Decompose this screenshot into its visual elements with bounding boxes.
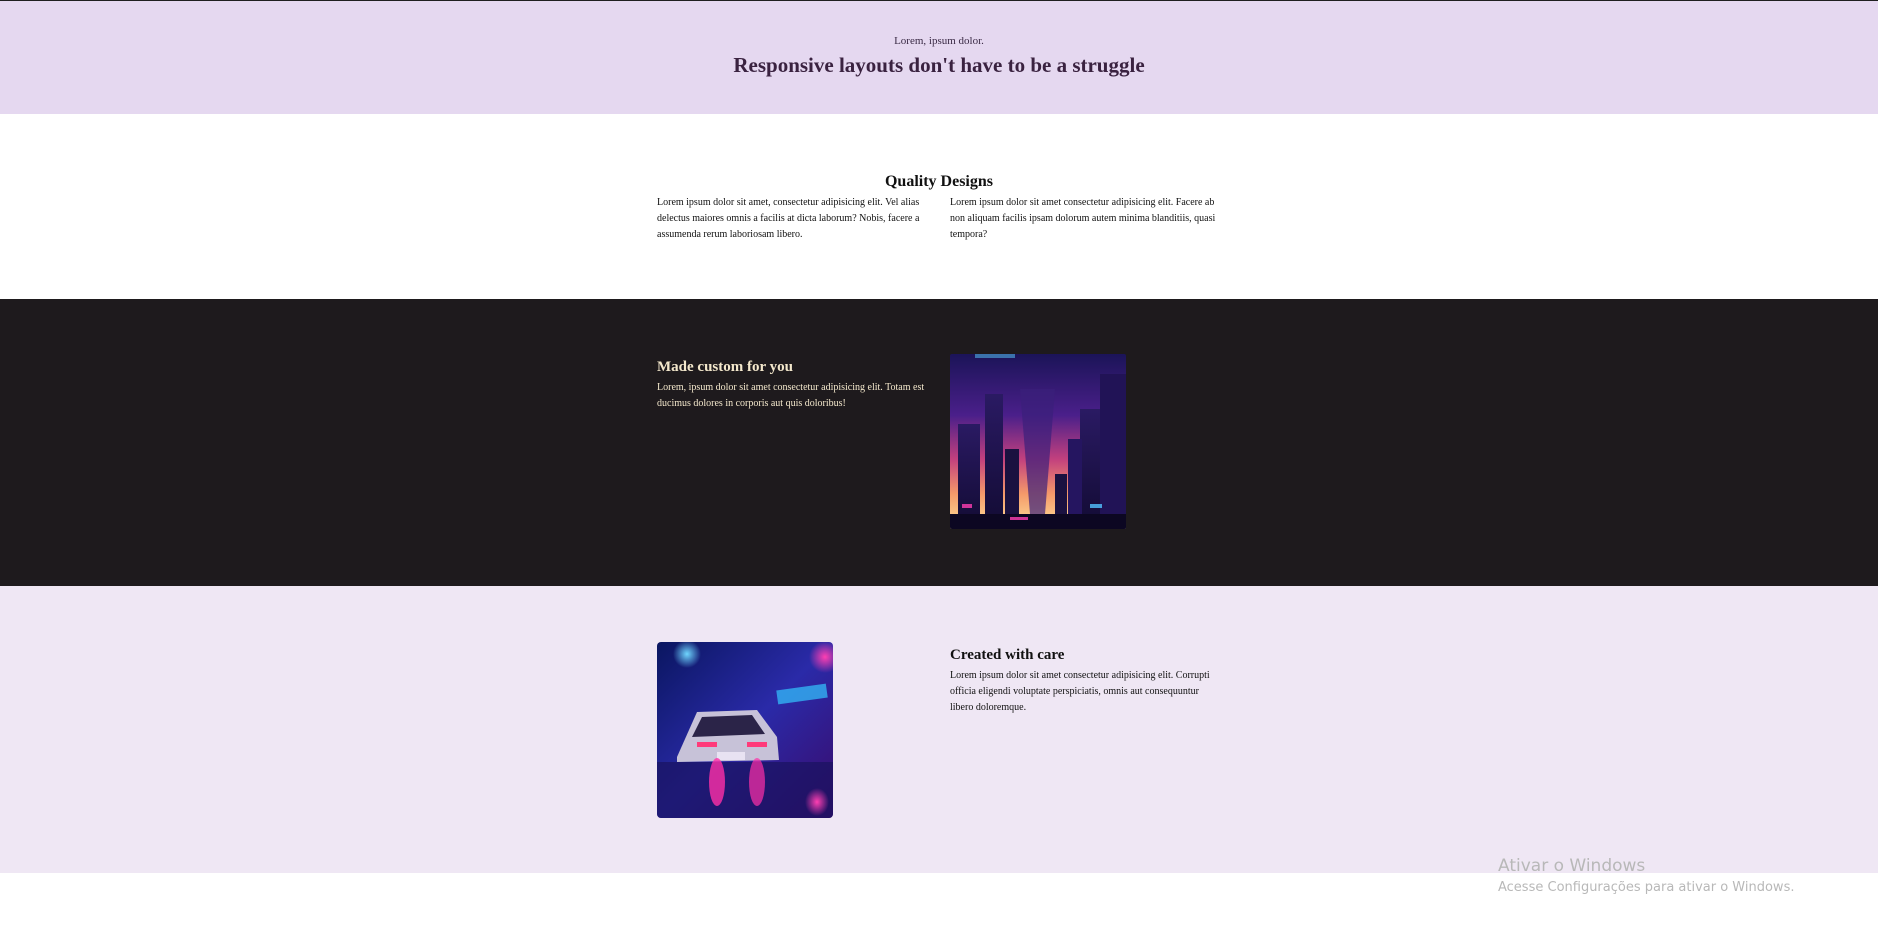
hero-banner: Lorem, ipsum dolor. Responsive layouts d… bbox=[0, 1, 1878, 114]
neon-car-image bbox=[657, 642, 833, 818]
windows-activation-watermark: Ativar o Windows Acesse Configurações pa… bbox=[1498, 856, 1794, 895]
custom-text: Lorem, ipsum dolor sit amet consectetur … bbox=[657, 382, 925, 409]
quality-right-text: Lorem ipsum dolor sit amet consectetur a… bbox=[950, 197, 1216, 240]
quality-left-text: Lorem ipsum dolor sit amet, consectetur … bbox=[657, 197, 920, 240]
neon-city-image bbox=[950, 354, 1126, 529]
quality-title: Quality Designs bbox=[884, 173, 993, 190]
created-with-care-section: Created with care Lorem ipsum dolor sit … bbox=[0, 586, 1878, 873]
hero-kicker: Lorem, ipsum dolor. bbox=[894, 35, 984, 47]
care-text: Lorem ipsum dolor sit amet consectetur a… bbox=[950, 670, 1210, 713]
watermark-line2: Acesse Configurações para ativar o Windo… bbox=[1498, 880, 1795, 895]
custom-title: Made custom for you bbox=[657, 359, 793, 375]
made-custom-section: Made custom for you Lorem, ipsum dolor s… bbox=[0, 299, 1878, 586]
watermark-line1: Ativar o Windows bbox=[1498, 856, 1646, 876]
quality-designs-section: Quality Designs Lorem ipsum dolor sit am… bbox=[0, 114, 1878, 299]
hero-title: Responsive layouts don't have to be a st… bbox=[733, 53, 1145, 77]
care-title: Created with care bbox=[950, 647, 1065, 663]
